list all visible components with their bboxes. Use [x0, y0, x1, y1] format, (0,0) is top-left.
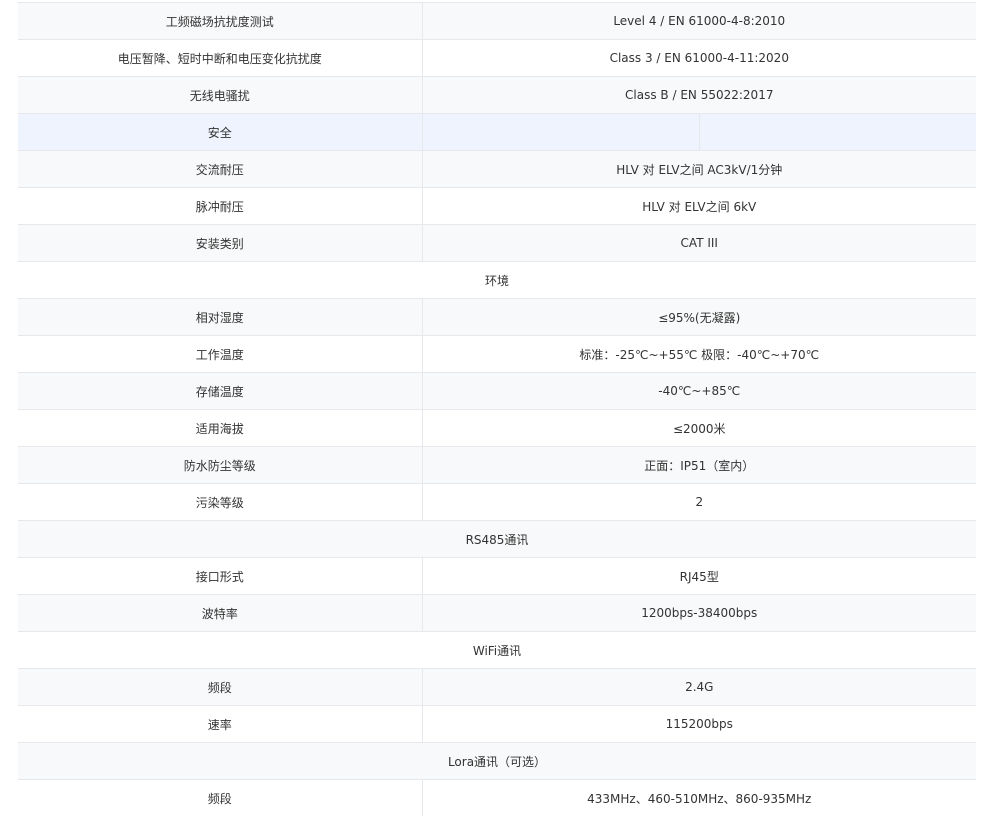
spec-label: 无线电骚扰	[18, 76, 423, 114]
table-row: 相对湿度 ≤95%(无凝露)	[18, 298, 977, 336]
section-header-row: Lora通讯（可选）	[18, 742, 977, 780]
group-empty-cell	[698, 113, 977, 151]
spec-value: -40℃~+85℃	[422, 372, 977, 410]
spec-label: 工作温度	[18, 335, 423, 373]
spec-label: 相对湿度	[18, 298, 423, 336]
spec-value: 433MHz、460-510MHz、860-935MHz	[422, 779, 977, 816]
spec-label: 速率	[18, 705, 423, 743]
table-row: 安全	[18, 113, 977, 151]
spec-label: 安装类别	[18, 224, 423, 262]
spec-label: 交流耐压	[18, 150, 423, 188]
spec-value: 2	[422, 483, 977, 521]
spec-value: HLV 对 ELV之间 6kV	[422, 187, 977, 225]
spec-table: 工频磁场抗扰度测试 Level 4 / EN 61000-4-8:2010 电压暂降…	[18, 2, 977, 816]
table-row: 波特率 1200bps-38400bps	[18, 594, 977, 632]
group-empty-cell	[422, 113, 699, 151]
table-row: 污染等级 2	[18, 483, 977, 521]
table-row: 频段 2.4G	[18, 668, 977, 706]
spec-value: 115200bps	[422, 705, 977, 743]
table-row: 接口形式 RJ45型	[18, 557, 977, 595]
spec-value: CAT III	[422, 224, 977, 262]
table-row: 适用海拔 ≤2000米	[18, 409, 977, 447]
spec-value: RJ45型	[422, 557, 977, 595]
section-header-row: WiFi通讯	[18, 631, 977, 669]
spec-label: 污染等级	[18, 483, 423, 521]
spec-value: ≤95%(无凝露)	[422, 298, 977, 336]
spec-label: 工频磁场抗扰度测试	[18, 2, 423, 40]
table-row: 安装类别 CAT III	[18, 224, 977, 262]
section-header-row: RS485通讯	[18, 520, 977, 558]
table-row: 交流耐压 HLV 对 ELV之间 AC3kV/1分钟	[18, 150, 977, 188]
table-row: 存储温度 -40℃~+85℃	[18, 372, 977, 410]
spec-label: 存储温度	[18, 372, 423, 410]
spec-label: 安全	[18, 113, 423, 151]
table-row: 防水防尘等级 正面：IP51（室内）	[18, 446, 977, 484]
spec-value: ≤2000米	[422, 409, 977, 447]
spec-label: 波特率	[18, 594, 423, 632]
section-title: WiFi通讯	[18, 631, 977, 669]
spec-value: Class 3 / EN 61000-4-11:2020	[422, 39, 977, 77]
spec-value: 正面：IP51（室内）	[422, 446, 977, 484]
table-row: 无线电骚扰 Class B / EN 55022:2017	[18, 76, 977, 114]
spec-table-body: 工频磁场抗扰度测试 Level 4 / EN 61000-4-8:2010 电压暂降…	[18, 2, 977, 816]
spec-value: HLV 对 ELV之间 AC3kV/1分钟	[422, 150, 977, 188]
table-row: 电压暂降、短时中断和电压变化抗扰度 Class 3 / EN 61000-4-11…	[18, 39, 977, 77]
section-header-row: 环境	[18, 261, 977, 299]
table-row: 速率 115200bps	[18, 705, 977, 743]
spec-label: 接口形式	[18, 557, 423, 595]
spec-label: 电压暂降、短时中断和电压变化抗扰度	[18, 39, 423, 77]
spec-label: 适用海拔	[18, 409, 423, 447]
spec-value: Class B / EN 55022:2017	[422, 76, 977, 114]
table-row: 工频磁场抗扰度测试 Level 4 / EN 61000-4-8:2010	[18, 2, 977, 40]
spec-label: 脉冲耐压	[18, 187, 423, 225]
table-row: 频段 433MHz、460-510MHz、860-935MHz	[18, 779, 977, 816]
spec-label: 频段	[18, 779, 423, 816]
spec-label: 防水防尘等级	[18, 446, 423, 484]
spec-label: 频段	[18, 668, 423, 706]
spec-value: 1200bps-38400bps	[422, 594, 977, 632]
table-row: 脉冲耐压 HLV 对 ELV之间 6kV	[18, 187, 977, 225]
spec-value: 2.4G	[422, 668, 977, 706]
table-row: 工作温度 标准：-25℃~+55℃ 极限：-40℃~+70℃	[18, 335, 977, 373]
spec-value: Level 4 / EN 61000-4-8:2010	[422, 2, 977, 40]
section-title: Lora通讯（可选）	[18, 742, 977, 780]
section-title: 环境	[18, 261, 977, 299]
spec-value: 标准：-25℃~+55℃ 极限：-40℃~+70℃	[422, 335, 977, 373]
section-title: RS485通讯	[18, 520, 977, 558]
